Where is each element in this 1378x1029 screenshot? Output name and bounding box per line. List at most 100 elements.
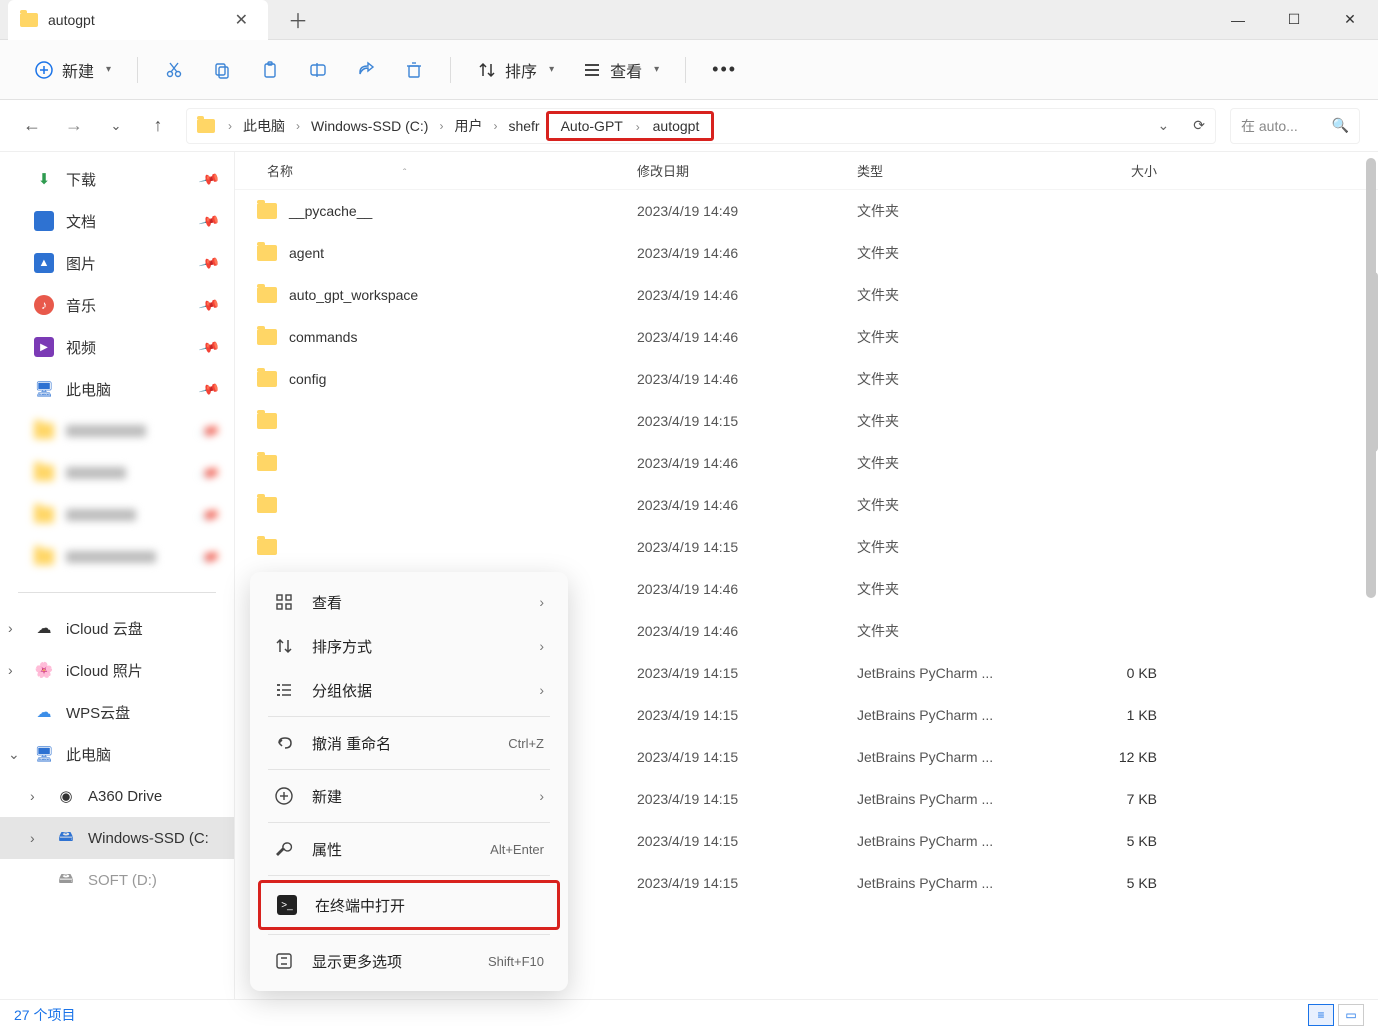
- sidebar-item-documents[interactable]: 文档📌: [0, 200, 234, 242]
- breadcrumb-item[interactable]: autogpt: [649, 116, 704, 136]
- sidebar-item-blurred[interactable]: 📌: [0, 410, 234, 452]
- sort-button[interactable]: 排序 ▾: [467, 51, 564, 89]
- copy-button[interactable]: [202, 51, 242, 89]
- new-button[interactable]: 新建 ▾: [24, 51, 121, 89]
- ctx-shortcut: Shift+F10: [488, 954, 544, 969]
- paste-button[interactable]: [250, 51, 290, 89]
- sidebar-item-a360[interactable]: ›◉A360 Drive: [0, 775, 234, 817]
- table-row[interactable]: __pycache__2023/4/19 14:49文件夹: [235, 190, 1378, 232]
- new-tab-button[interactable]: ＋: [288, 5, 308, 34]
- breadcrumb-item[interactable]: Windows-SSD (C:): [307, 116, 432, 136]
- up-button[interactable]: ↑: [144, 112, 172, 140]
- table-row[interactable]: 2023/4/19 14:46文件夹: [235, 484, 1378, 526]
- status-text: 27 个项目: [14, 1005, 75, 1025]
- row-type: 文件夹: [857, 579, 1037, 599]
- sidebar-item-thispc[interactable]: 🖥此电脑📌: [0, 368, 234, 410]
- highlighted-item: >_在终端中打开: [258, 880, 560, 930]
- breadcrumb-item[interactable]: 用户: [450, 114, 486, 138]
- row-name: commands: [257, 329, 637, 345]
- ctx-undo[interactable]: 撤消 重命名Ctrl+Z: [258, 721, 560, 765]
- row-type: JetBrains PyCharm ...: [857, 833, 1037, 849]
- table-row[interactable]: auto_gpt_workspace2023/4/19 14:46文件夹: [235, 274, 1378, 316]
- share-icon: [356, 60, 376, 80]
- ctx-view[interactable]: 查看›: [258, 580, 560, 624]
- table-row[interactable]: agent2023/4/19 14:46文件夹: [235, 232, 1378, 274]
- sidebar-item-icloud-drive[interactable]: ›☁iCloud 云盘: [0, 607, 234, 649]
- sidebar-item-pictures[interactable]: ▲图片📌: [0, 242, 234, 284]
- column-date[interactable]: 修改日期: [637, 161, 857, 180]
- sidebar-item-blurred[interactable]: 📌: [0, 452, 234, 494]
- ctx-more-options[interactable]: 显示更多选项Shift+F10: [258, 939, 560, 983]
- table-row[interactable]: 2023/4/19 14:15文件夹: [235, 400, 1378, 442]
- chevron-right-icon: ›: [539, 788, 544, 804]
- ctx-properties[interactable]: 属性Alt+Enter: [258, 827, 560, 871]
- minimize-button[interactable]: —: [1210, 0, 1266, 40]
- chevron-right-icon: ›: [539, 638, 544, 654]
- breadcrumb-item[interactable]: 此电脑: [239, 114, 289, 138]
- rename-button[interactable]: [298, 51, 338, 89]
- delete-button[interactable]: [394, 51, 434, 89]
- main: ⬇下载📌 文档📌 ▲图片📌 ♪音乐📌 ▶视频📌 🖥此电脑📌 📌 📌 📌 📌 ›☁…: [0, 152, 1378, 999]
- chevron-right-icon[interactable]: ›: [30, 830, 35, 846]
- close-button[interactable]: ✕: [1322, 0, 1378, 40]
- more-button[interactable]: •••: [702, 51, 747, 89]
- view-button[interactable]: 查看 ▾: [572, 51, 669, 89]
- statusbar: 27 个项目 ≡ ▭: [0, 999, 1378, 1029]
- wrench-icon: [274, 839, 294, 859]
- copy-icon: [212, 60, 232, 80]
- forward-button[interactable]: →: [60, 112, 88, 140]
- sidebar-item-blurred[interactable]: 📌: [0, 494, 234, 536]
- scrollbar[interactable]: [1366, 158, 1376, 598]
- addressbar: ← → ⌄ ↑ › 此电脑 › Windows-SSD (C:) › 用户 › …: [0, 100, 1378, 152]
- sidebar-item-videos[interactable]: ▶视频📌: [0, 326, 234, 368]
- ctx-sort[interactable]: 排序方式›: [258, 624, 560, 668]
- table-row[interactable]: 2023/4/19 14:15文件夹: [235, 526, 1378, 568]
- column-size[interactable]: 大小: [1037, 161, 1157, 180]
- chevron-right-icon: ›: [488, 119, 502, 133]
- chevron-right-icon: ›: [539, 594, 544, 610]
- close-icon[interactable]: ✕: [231, 10, 252, 30]
- chevron-right-icon[interactable]: ›: [8, 662, 13, 678]
- folder-icon: [34, 549, 54, 565]
- refresh-icon[interactable]: ⟳: [1193, 117, 1205, 134]
- sidebar-item-wps[interactable]: ☁WPS云盘: [0, 691, 234, 733]
- row-type: 文件夹: [857, 201, 1037, 221]
- sidebar-item-soft[interactable]: 🖴SOFT (D:): [0, 859, 234, 901]
- sidebar-item-thispc-tree[interactable]: ⌄🖥此电脑: [0, 733, 234, 775]
- sidebar-item-windows-ssd[interactable]: ›🖴Windows-SSD (C:: [0, 817, 234, 859]
- chevron-down-icon[interactable]: ⌄: [1158, 117, 1170, 134]
- chevron-down-icon[interactable]: ⌄: [8, 746, 20, 763]
- chevron-right-icon[interactable]: ›: [8, 620, 13, 636]
- details-view-button[interactable]: ≡: [1308, 1004, 1334, 1026]
- cut-button[interactable]: [154, 51, 194, 89]
- sidebar-item-blurred[interactable]: 📌: [0, 536, 234, 578]
- breadcrumb-item[interactable]: Auto-GPT: [557, 116, 627, 136]
- row-type: 文件夹: [857, 621, 1037, 641]
- table-row[interactable]: commands2023/4/19 14:46文件夹: [235, 316, 1378, 358]
- chevron-right-icon[interactable]: ›: [30, 788, 35, 804]
- table-row[interactable]: 2023/4/19 14:46文件夹: [235, 442, 1378, 484]
- ctx-group[interactable]: 分组依据›: [258, 668, 560, 712]
- column-name[interactable]: 名称ˆ: [257, 161, 637, 180]
- ctx-open-terminal[interactable]: >_在终端中打开: [261, 883, 557, 927]
- pin-icon: 📌: [197, 293, 221, 316]
- back-button[interactable]: ←: [18, 112, 46, 140]
- tab-active[interactable]: autogpt ✕: [8, 0, 268, 40]
- grid-icon: [274, 592, 294, 612]
- column-type[interactable]: 类型: [857, 161, 1037, 180]
- share-button[interactable]: [346, 51, 386, 89]
- search-input[interactable]: 在 auto... 🔍: [1230, 108, 1360, 144]
- ctx-new[interactable]: 新建›: [258, 774, 560, 818]
- breadcrumb-item[interactable]: shefr: [504, 116, 543, 136]
- pin-icon: 📌: [197, 335, 221, 358]
- sidebar-item-icloud-photos[interactable]: ›🌸iCloud 照片: [0, 649, 234, 691]
- breadcrumb[interactable]: › 此电脑 › Windows-SSD (C:) › 用户 › shefr Au…: [186, 108, 1216, 144]
- recent-button[interactable]: ⌄: [102, 112, 130, 140]
- sidebar-item-music[interactable]: ♪音乐📌: [0, 284, 234, 326]
- row-type: 文件夹: [857, 411, 1037, 431]
- row-size: 5 KB: [1037, 833, 1157, 849]
- icons-view-button[interactable]: ▭: [1338, 1004, 1364, 1026]
- sidebar-item-downloads[interactable]: ⬇下载📌: [0, 158, 234, 200]
- table-row[interactable]: config2023/4/19 14:46文件夹: [235, 358, 1378, 400]
- maximize-button[interactable]: ☐: [1266, 0, 1322, 40]
